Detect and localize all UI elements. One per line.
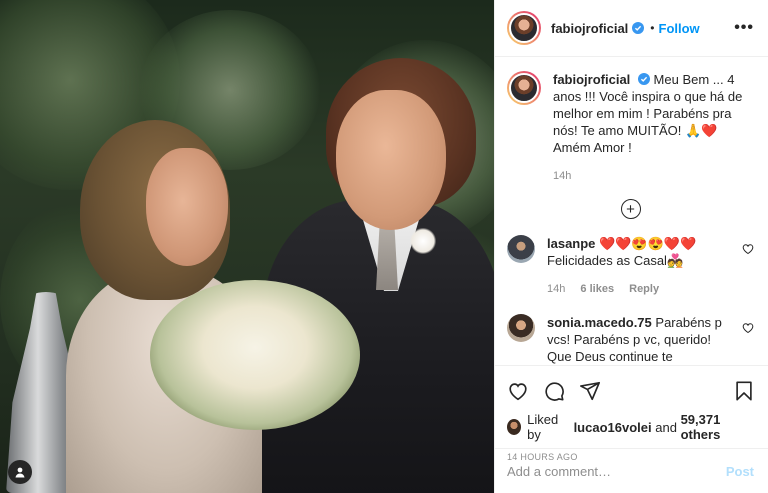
comment-body: lasanpe ❤️❤️😍😍❤️❤️ Felicidades as Casal💑… xyxy=(547,235,733,298)
comment-username[interactable]: sonia.macedo.75 xyxy=(547,315,652,330)
commenter-avatar[interactable] xyxy=(507,314,535,342)
user-tag-button[interactable] xyxy=(8,460,32,484)
avatar xyxy=(509,73,539,103)
add-comment-bar: Post xyxy=(495,448,768,493)
comment-text: Felicidades as Casal xyxy=(547,253,667,268)
caption: fabiojroficial Meu Bem ... 4 anos !!! Vo… xyxy=(507,71,754,185)
action-icons xyxy=(507,376,754,406)
post-actions: Liked by lucao16volei and 59,371 others … xyxy=(495,365,768,493)
commenter-avatar[interactable] xyxy=(507,235,535,263)
load-more-comments: + xyxy=(507,199,754,219)
comment-like-heart-icon[interactable] xyxy=(742,322,754,334)
caption-meta: 14h xyxy=(553,168,754,185)
caption-emoji: 🙏❤️ xyxy=(684,123,718,138)
follow-button[interactable]: Follow xyxy=(659,21,700,36)
verified-badge-icon xyxy=(637,73,650,85)
comment-time[interactable]: 14h xyxy=(547,283,565,295)
caption-tail: Amém Amor ! xyxy=(553,140,632,155)
comment-meta: 14h 6 likes Reply xyxy=(547,281,733,298)
share-icon[interactable] xyxy=(579,380,601,402)
author-username[interactable]: fabiojroficial xyxy=(551,21,628,36)
instagram-post: fabiojroficial • Follow ••• fabiojrofici… xyxy=(0,0,768,493)
comment-text-line: Felicidades as Casal💑 xyxy=(547,252,733,269)
author-avatar-ring[interactable] xyxy=(507,11,541,45)
verified-badge-icon xyxy=(632,22,645,34)
post-header: fabiojroficial • Follow ••• xyxy=(495,0,768,57)
separator-dot: • xyxy=(650,21,655,35)
heart-icon[interactable] xyxy=(507,380,529,402)
groom-face xyxy=(336,90,446,230)
user-tag-icon xyxy=(15,467,25,478)
liker-username[interactable]: lucao16volei xyxy=(574,420,652,435)
comments-list[interactable]: fabiojroficial Meu Bem ... 4 anos !!! Vo… xyxy=(495,57,768,365)
caption-time[interactable]: 14h xyxy=(553,170,571,182)
reply-button[interactable]: Reply xyxy=(629,283,659,295)
likes-count[interactable]: 59,371 others xyxy=(681,412,754,442)
caption-username[interactable]: fabiojroficial xyxy=(553,72,630,87)
more-options-icon[interactable]: ••• xyxy=(734,19,754,37)
comment-input[interactable] xyxy=(507,463,726,479)
liker-avatar[interactable] xyxy=(507,419,522,435)
liked-by-prefix: Liked by xyxy=(527,412,559,442)
caption-avatar-ring[interactable] xyxy=(507,71,541,105)
bride-face xyxy=(146,148,228,266)
add-comments-icon[interactable]: + xyxy=(620,199,641,219)
comment-icon[interactable] xyxy=(543,380,565,402)
bridal-bouquet xyxy=(150,280,360,430)
comment-like-heart-icon[interactable] xyxy=(742,243,754,255)
comment-item: lasanpe ❤️❤️😍😍❤️❤️ Felicidades as Casal💑… xyxy=(507,235,754,298)
comment-item: sonia.macedo.75 Parabéns p vcs! Parabéns… xyxy=(507,314,754,365)
comment-username[interactable]: lasanpe xyxy=(547,236,595,251)
boutonniere xyxy=(410,228,436,254)
post-side-panel: fabiojroficial • Follow ••• fabiojrofici… xyxy=(494,0,768,493)
comment-body: sonia.macedo.75 Parabéns p vcs! Parabéns… xyxy=(547,314,733,365)
comment-likes[interactable]: 6 likes xyxy=(580,283,614,295)
post-photo[interactable] xyxy=(0,0,494,493)
liked-by: Liked by lucao16volei and 59,371 others xyxy=(507,412,754,442)
bookmark-icon[interactable] xyxy=(734,380,754,402)
comment-emoji: 💑 xyxy=(666,253,684,268)
comment-hearts: ❤️❤️😍😍❤️❤️ xyxy=(599,236,697,251)
liked-by-and: and xyxy=(655,419,677,435)
avatar xyxy=(509,13,539,43)
post-comment-button[interactable]: Post xyxy=(726,464,754,479)
caption-body: fabiojroficial Meu Bem ... 4 anos !!! Vo… xyxy=(553,71,754,185)
